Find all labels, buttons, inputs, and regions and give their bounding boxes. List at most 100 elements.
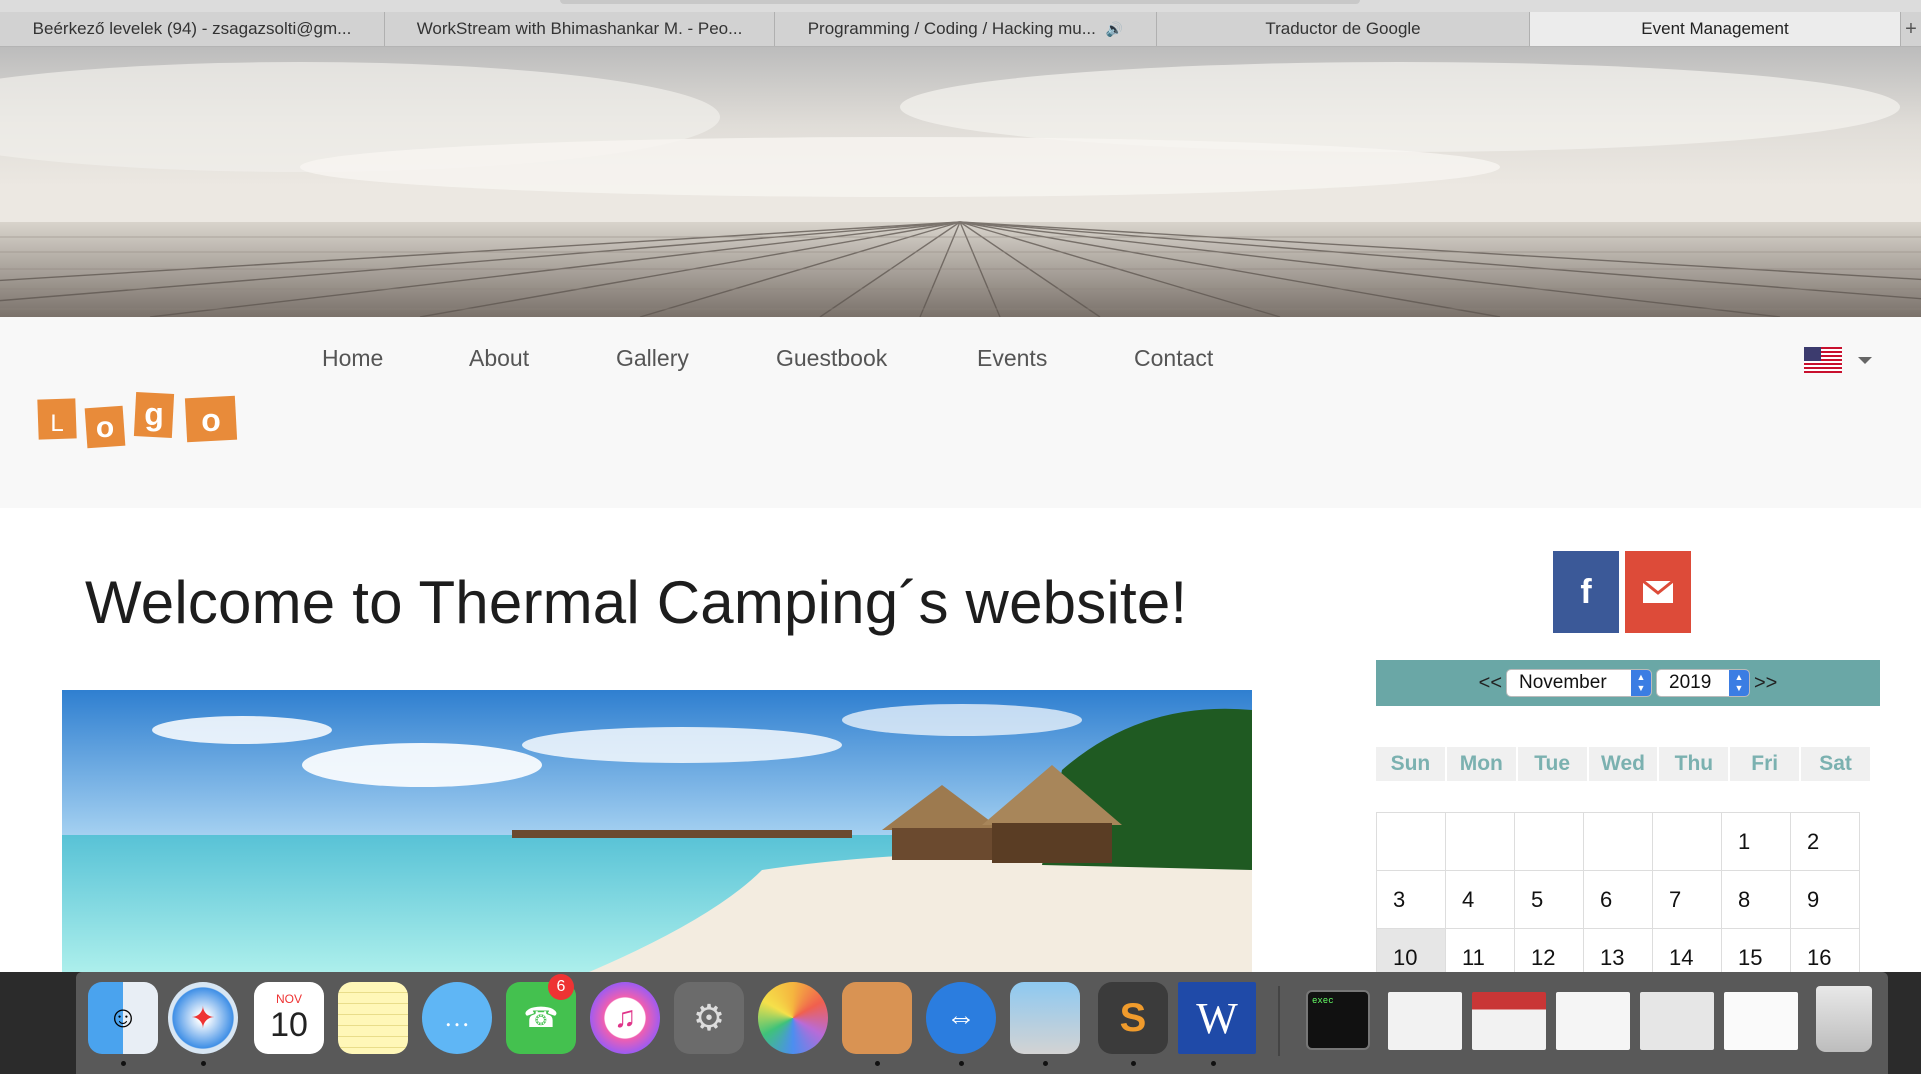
calendar-day[interactable]: 7: [1652, 870, 1722, 929]
tab-title: Traductor de Google: [1265, 19, 1421, 38]
calendar-icon[interactable]: NOV 10: [254, 982, 324, 1054]
calendar-day[interactable]: 3: [1376, 870, 1446, 929]
year-select[interactable]: 2019 ▲ ▼: [1656, 669, 1750, 697]
system-preferences-icon[interactable]: ⚙: [674, 982, 744, 1054]
finder-icon[interactable]: ☺: [88, 982, 158, 1066]
envelope-icon: [1642, 580, 1674, 603]
page-title: Welcome to Thermal Camping´s website!: [85, 569, 1188, 636]
month-select[interactable]: November ▲ ▼: [1506, 669, 1652, 697]
window-thumbnail-icon[interactable]: [1388, 992, 1462, 1050]
calendar-header: << November ▲ ▼ 2019 ▲ ▼ >>: [1376, 660, 1880, 706]
language-dropdown[interactable]: [1804, 345, 1874, 375]
facebook-icon: f: [1580, 572, 1592, 611]
calendar-week: 1 2: [1376, 812, 1860, 871]
weekday-label: Wed: [1588, 747, 1658, 781]
month-value: November: [1519, 672, 1607, 693]
tab-workstream[interactable]: WorkStream with Bhimashankar M. - Peo...: [385, 12, 775, 46]
xampp-icon[interactable]: [842, 982, 912, 1066]
tab-title: Programming / Coding / Hacking mu...: [807, 19, 1096, 38]
logo-letter: L: [50, 410, 63, 437]
photos-icon[interactable]: [758, 982, 828, 1054]
weekday-label: Mon: [1446, 747, 1516, 781]
calendar-day-label: 10: [270, 1005, 308, 1044]
calendar-day: [1445, 812, 1515, 871]
notification-badge: 6: [548, 974, 574, 1000]
us-flag-icon: [1804, 347, 1842, 373]
navbar: Home About Gallery Guestbook Events Cont…: [0, 317, 1921, 508]
logo-letter: o: [96, 411, 114, 444]
stepper-icon: ▲ ▼: [1729, 670, 1749, 696]
safari-icon[interactable]: ✦: [168, 982, 238, 1066]
terminal-icon[interactable]: exec: [1306, 990, 1370, 1050]
calendar-day: [1583, 812, 1653, 871]
calendar-day[interactable]: 4: [1445, 870, 1515, 929]
stepper-icon: ▲ ▼: [1631, 670, 1651, 696]
sublime-text-icon[interactable]: S: [1098, 982, 1168, 1066]
year-value: 2019: [1669, 672, 1712, 693]
calendar-day[interactable]: 9: [1790, 870, 1860, 929]
window-thumbnail-icon[interactable]: [1640, 992, 1714, 1050]
weekday-label: Sun: [1376, 747, 1445, 781]
email-button[interactable]: [1625, 551, 1691, 633]
tab-title: Beérkező levelek (94) - zsagazsolti@gm..…: [32, 19, 352, 38]
window-thumbnail-icon[interactable]: [1556, 992, 1630, 1050]
new-tab-button[interactable]: +: [1901, 12, 1921, 46]
nav-gallery[interactable]: Gallery: [616, 345, 689, 372]
calendar-day[interactable]: 1: [1721, 812, 1791, 871]
tab-event-management[interactable]: Event Management: [1530, 12, 1901, 46]
next-month-button[interactable]: >>: [1754, 672, 1777, 695]
hero-banner: [0, 47, 1921, 317]
notes-icon[interactable]: [338, 982, 408, 1054]
calendar-day[interactable]: 5: [1514, 870, 1584, 929]
browser-address-edge: [560, 0, 1360, 4]
facetime-icon[interactable]: ☎ 6: [506, 974, 576, 1054]
calendar-day: [1652, 812, 1722, 871]
tab-title: Event Management: [1641, 19, 1789, 38]
tab-programming-music[interactable]: Programming / Coding / Hacking mu... 🔊: [775, 12, 1157, 46]
calendar-grid: 1 2 3 4 5 6 7 8 9 10 11 12 13 14 15 16: [1376, 812, 1860, 987]
calendar-month-label: NOV: [275, 991, 302, 1006]
calendar-week: 3 4 5 6 7 8 9: [1376, 870, 1860, 929]
tab-inbox[interactable]: Beérkező levelek (94) - zsagazsolti@gm..…: [0, 12, 385, 46]
nav-about[interactable]: About: [469, 345, 529, 372]
calendar-day: [1514, 812, 1584, 871]
window-thumbnail-icon[interactable]: [1472, 992, 1546, 1050]
speaker-icon[interactable]: 🔊: [1106, 21, 1123, 38]
word-letter: W: [1196, 993, 1238, 1043]
weekday-label: Thu: [1659, 747, 1729, 781]
chevron-down-icon: [1858, 356, 1872, 364]
calendar-day[interactable]: 6: [1583, 870, 1653, 929]
nav-events[interactable]: Events: [977, 345, 1047, 372]
weekday-label: Fri: [1730, 747, 1800, 781]
nav-contact[interactable]: Contact: [1134, 345, 1213, 372]
teamviewer-icon[interactable]: ⇔: [926, 982, 996, 1066]
dock-separator: [1278, 986, 1280, 1056]
logo-letter: g: [144, 396, 164, 432]
tab-title: WorkStream with Bhimashankar M. - Peo...: [416, 19, 743, 38]
nav-guestbook[interactable]: Guestbook: [776, 345, 887, 372]
messages-icon[interactable]: …: [422, 982, 492, 1054]
terminal-label: exec: [1312, 996, 1334, 1006]
site-logo[interactable]: L o g o: [36, 387, 246, 457]
browser-top-edge: [0, 0, 1921, 12]
logo-letter: o: [201, 402, 221, 438]
word-icon[interactable]: W: [1178, 982, 1256, 1066]
nav-home[interactable]: Home: [322, 345, 383, 372]
beach-image: [62, 690, 1252, 975]
hero-pier-image: [0, 47, 1921, 317]
calendar-weekdays: Sun Mon Tue Wed Thu Fri Sat: [1376, 747, 1871, 781]
weekday-label: Sat: [1801, 747, 1871, 781]
trash-icon[interactable]: [1816, 986, 1872, 1052]
calendar-day: [1376, 812, 1446, 871]
calendar-day[interactable]: 8: [1721, 870, 1791, 929]
tab-google-translate[interactable]: Traductor de Google: [1157, 12, 1530, 46]
prev-month-button[interactable]: <<: [1479, 672, 1502, 695]
preview-icon[interactable]: [1010, 982, 1080, 1066]
weekday-label: Tue: [1517, 747, 1587, 781]
window-thumbnail-icon[interactable]: [1724, 992, 1798, 1050]
facebook-button[interactable]: f: [1553, 551, 1619, 633]
browser-tab-strip: Beérkező levelek (94) - zsagazsolti@gm..…: [0, 12, 1921, 47]
dock: ☺ ✦ NOV 10 … ☎ 6 ♫ ⚙ ⇔ S W exec: [76, 972, 1888, 1074]
itunes-icon[interactable]: ♫: [590, 982, 660, 1054]
calendar-day[interactable]: 2: [1790, 812, 1860, 871]
